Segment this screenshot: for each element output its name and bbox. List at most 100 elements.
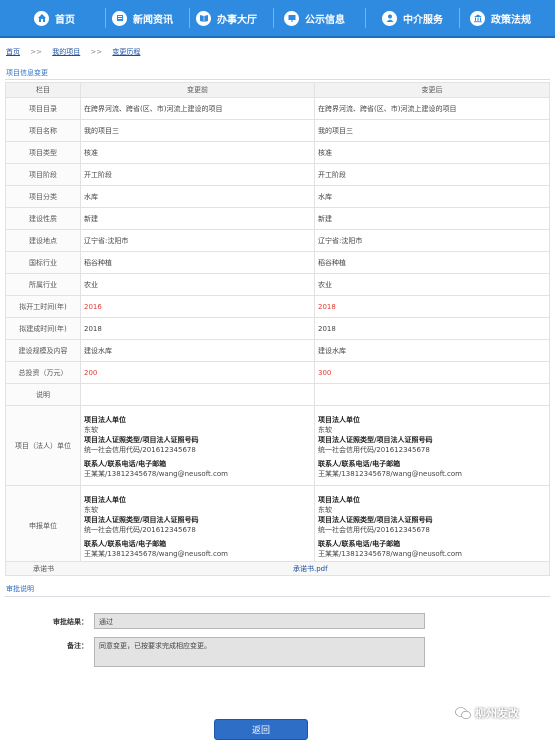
cert-title: 项目法人证照类型/项目法人证照号码 bbox=[84, 435, 199, 444]
value-after: 辽宁省:沈阳市 bbox=[314, 229, 550, 252]
contact-value: 王某某/13812345678/wang@neusoft.com bbox=[318, 549, 462, 558]
value-after: 农业 bbox=[314, 273, 550, 296]
row-label: 项目分类 bbox=[5, 185, 81, 208]
change-comparison-table: 栏目 变更前 变更后 项目目录 在跨界河流、跨省(区、市)河流上建设的项目 在跨界河… bbox=[5, 82, 550, 566]
row-label: 项目阶段 bbox=[5, 163, 81, 186]
contact-title: 联系人/联系电话/电子邮箱 bbox=[318, 539, 401, 548]
section-divider bbox=[5, 79, 550, 80]
breadcrumb-separator: >> bbox=[30, 48, 42, 56]
value-after: 2018 bbox=[314, 317, 550, 340]
breadcrumb-separator: >> bbox=[90, 48, 103, 56]
unit-title: 项目法人单位 bbox=[318, 415, 360, 424]
unit-value: 东软 bbox=[318, 425, 332, 434]
nav-divider bbox=[459, 8, 460, 28]
legal-unit-before: 项目法人单位 东软 项目法人证照类型/项目法人证照号码 统一社会信用代码/201… bbox=[80, 405, 315, 486]
unit-value: 东软 bbox=[84, 425, 98, 434]
value-after: 水库 bbox=[314, 185, 550, 208]
nav-item-home[interactable]: 首页 bbox=[34, 0, 75, 37]
back-button[interactable]: 返回 bbox=[214, 719, 308, 740]
breadcrumb-home-link[interactable]: 首页 bbox=[6, 48, 20, 56]
promise-letter-row: 承诺书 承诺书.pdf bbox=[5, 561, 550, 576]
cert-title: 项目法人证照类型/项目法人证照号码 bbox=[318, 435, 433, 444]
row-label: 所属行业 bbox=[5, 273, 81, 296]
declare-unit-after: 项目法人单位 东软 项目法人证照类型/项目法人证照号码 统一社会信用代码/201… bbox=[314, 485, 550, 566]
breadcrumb: 首页 >> 我的项目 >> 变更历程 bbox=[6, 47, 140, 57]
nav-label: 新闻资讯 bbox=[133, 14, 173, 26]
table-row: 项目类型 核准 核准 bbox=[5, 141, 550, 164]
table-row: 项目阶段 开工阶段 开工阶段 bbox=[5, 163, 550, 186]
row-label: 总投资（万元） bbox=[5, 361, 81, 384]
section-title-change: 项目信息变更 bbox=[6, 69, 48, 77]
contact-value: 王某某/13812345678/wang@neusoft.com bbox=[84, 469, 228, 478]
nav-item-agency[interactable]: 中介服务 bbox=[382, 0, 443, 37]
cert-value: 统一社会信用代码/201612345678 bbox=[318, 525, 430, 534]
nav-divider bbox=[105, 8, 106, 28]
value-after: 300 bbox=[314, 361, 550, 384]
promise-label: 承诺书 bbox=[33, 564, 54, 573]
value-after: 2018 bbox=[314, 295, 550, 318]
row-label: 项目名称 bbox=[5, 119, 81, 142]
table-header-row: 栏目 变更前 变更后 bbox=[5, 82, 550, 98]
value-before: 辽宁省:沈阳市 bbox=[80, 229, 315, 252]
wechat-icon bbox=[455, 707, 471, 720]
column-header-after: 变更后 bbox=[314, 82, 550, 98]
nav-label: 办事大厅 bbox=[217, 14, 257, 26]
table-row: 项目名称 我的项目三 我的项目三 bbox=[5, 119, 550, 142]
user-icon bbox=[382, 10, 397, 26]
approval-result-field[interactable]: 通过 bbox=[94, 613, 425, 629]
value-before: 新建 bbox=[80, 207, 315, 230]
unit-title: 项目法人单位 bbox=[84, 495, 126, 504]
promise-pdf-link[interactable]: 承诺书.pdf bbox=[293, 564, 328, 574]
value-after: 在跨界河流、跨省(区、市)河流上建设的项目 bbox=[314, 97, 550, 120]
declare-unit-before: 项目法人单位 东软 项目法人证照类型/项目法人证照号码 统一社会信用代码/201… bbox=[80, 485, 315, 566]
nav-item-policy[interactable]: 政策法规 bbox=[470, 0, 531, 37]
section-divider bbox=[5, 596, 550, 597]
nav-item-service-hall[interactable]: 办事大厅 bbox=[196, 0, 257, 37]
breadcrumb-project-link[interactable]: 我的项目 bbox=[52, 48, 80, 56]
table-row-declare-unit: 申报单位 项目法人单位 东软 项目法人证照类型/项目法人证照号码 统一社会信用代… bbox=[5, 485, 550, 566]
contact-value: 王某某/13812345678/wang@neusoft.com bbox=[84, 549, 228, 558]
top-navigation: 首页 新闻资讯 办事大厅 公示信息 中介服务 政策法规 bbox=[0, 0, 555, 38]
table-row: 说明 bbox=[5, 383, 550, 406]
cert-title: 项目法人证照类型/项目法人证照号码 bbox=[84, 515, 199, 524]
nav-item-public-info[interactable]: 公示信息 bbox=[284, 0, 345, 37]
cert-title: 项目法人证照类型/项目法人证照号码 bbox=[318, 515, 433, 524]
table-row: 国标行业 稻谷种植 稻谷种植 bbox=[5, 251, 550, 274]
nav-item-news[interactable]: 新闻资讯 bbox=[112, 0, 173, 37]
cert-value: 统一社会信用代码/201612345678 bbox=[84, 525, 196, 534]
remark-label: 备注： bbox=[67, 642, 88, 650]
value-after: 我的项目三 bbox=[314, 119, 550, 142]
value-after: 核准 bbox=[314, 141, 550, 164]
row-label: 拟开工时间(年) bbox=[5, 295, 81, 318]
value-after: 开工阶段 bbox=[314, 163, 550, 186]
watermark-text: 柳州发改 bbox=[475, 707, 519, 720]
approval-result-label: 审批结果： bbox=[53, 618, 88, 626]
value-before: 建设水库 bbox=[80, 339, 315, 362]
nav-label: 政策法规 bbox=[491, 14, 531, 26]
book-icon bbox=[196, 10, 211, 26]
value-before: 200 bbox=[80, 361, 315, 384]
row-label: 项目目录 bbox=[5, 97, 81, 120]
breadcrumb-history-link[interactable]: 变更历程 bbox=[112, 48, 140, 56]
table-row: 所属行业 农业 农业 bbox=[5, 273, 550, 296]
contact-title: 联系人/联系电话/电子邮箱 bbox=[84, 459, 167, 468]
unit-value: 东软 bbox=[84, 505, 98, 514]
watermark: 柳州发改 bbox=[455, 705, 519, 721]
unit-title: 项目法人单位 bbox=[318, 495, 360, 504]
unit-value: 东软 bbox=[318, 505, 332, 514]
row-label: 说明 bbox=[5, 383, 81, 406]
remark-textarea[interactable]: 同意变更，已按要求完成相应变更。 bbox=[94, 637, 425, 667]
nav-divider bbox=[365, 8, 366, 28]
section-title-approval: 审批说明 bbox=[6, 585, 34, 593]
cert-value: 统一社会信用代码/201612345678 bbox=[318, 445, 430, 454]
value-before: 2016 bbox=[80, 295, 315, 318]
value-before: 我的项目三 bbox=[80, 119, 315, 142]
row-label: 项目类型 bbox=[5, 141, 81, 164]
table-row: 项目分类 水库 水库 bbox=[5, 185, 550, 208]
value-before: 2018 bbox=[80, 317, 315, 340]
value-before: 在跨界河流、跨省(区、市)河流上建设的项目 bbox=[80, 97, 315, 120]
value-before bbox=[80, 383, 315, 406]
value-after bbox=[314, 383, 550, 406]
column-header-field: 栏目 bbox=[5, 82, 81, 98]
row-label: 建设规模及内容 bbox=[5, 339, 81, 362]
